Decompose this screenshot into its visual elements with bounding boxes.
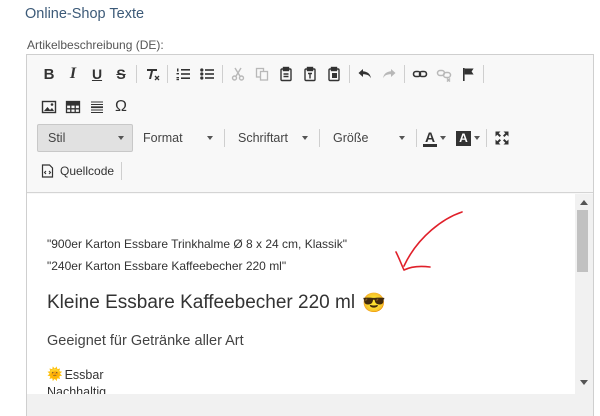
font-dropdown[interactable]: Schriftart <box>228 124 316 152</box>
link-icon <box>412 70 428 78</box>
background-color-icon: A <box>456 130 471 146</box>
chevron-down-icon <box>440 136 447 140</box>
editor-content-area[interactable]: "900er Karton Essbare Trinkhalme Ø 8 x 2… <box>27 194 575 416</box>
source-button[interactable]: Quellcode <box>37 159 118 183</box>
content-line: "900er Karton Essbare Trinkhalme Ø 8 x 2… <box>47 237 347 251</box>
unlink-icon <box>436 69 452 82</box>
source-code-icon <box>41 164 54 178</box>
chevron-down-icon <box>302 136 308 140</box>
toolbar-separator <box>222 65 223 83</box>
toolbar-row-styles: Stil Format Schriftart Größe A A <box>37 124 514 152</box>
redo-button[interactable] <box>377 62 401 86</box>
toolbar-separator <box>167 65 168 83</box>
toolbar-row-insert: Ω <box>37 94 133 120</box>
paste-word-icon <box>328 66 340 82</box>
field-label: Artikelbeschreibung (DE): <box>27 38 164 52</box>
clipboard-icon <box>280 66 292 82</box>
unlink-button[interactable] <box>432 62 456 86</box>
chevron-down-icon <box>473 136 480 140</box>
text-color-button[interactable]: A <box>420 126 449 150</box>
paste-text-button[interactable] <box>298 62 322 86</box>
paste-button[interactable] <box>274 62 298 86</box>
table-icon <box>65 100 81 114</box>
toolbar-separator <box>485 129 487 147</box>
toolbar-separator <box>483 65 484 83</box>
anchor-button[interactable] <box>456 62 480 86</box>
link-button[interactable] <box>408 62 432 86</box>
toolbar-separator <box>349 65 350 83</box>
maximize-button[interactable] <box>490 126 514 150</box>
editor-toolbar: B I U S Ω Stil Format Schriftart Größe A… <box>27 55 593 193</box>
toolbar-separator <box>224 129 225 147</box>
bulleted-list-icon <box>200 68 214 80</box>
sun-emoji-icon: 🌞 <box>47 367 63 381</box>
size-dropdown-label: Größe <box>333 131 369 145</box>
image-icon <box>41 100 57 114</box>
style-dropdown[interactable]: Stil <box>37 124 133 152</box>
flag-icon <box>463 68 474 81</box>
text-color-icon: A <box>423 128 438 147</box>
scrollbar-thumb[interactable] <box>577 210 588 272</box>
paste-text-icon <box>304 66 316 82</box>
numbered-list-icon <box>176 68 190 81</box>
format-dropdown-label: Format <box>143 131 183 145</box>
sunglasses-emoji-icon: 😎 <box>362 293 386 314</box>
source-button-label: Quellcode <box>60 164 115 178</box>
content-subtitle: Geeignet für Getränke aller Art <box>47 333 244 349</box>
image-button[interactable] <box>37 95 61 119</box>
strikethrough-button[interactable]: S <box>109 62 133 86</box>
undo-button[interactable] <box>353 62 377 86</box>
italic-button[interactable]: I <box>61 62 85 86</box>
toolbar-separator <box>416 129 417 147</box>
bold-button[interactable]: B <box>37 62 61 86</box>
size-dropdown[interactable]: Größe <box>323 124 413 152</box>
content-scrollbar[interactable] <box>575 194 593 394</box>
maximize-icon <box>495 131 509 145</box>
toolbar-separator <box>404 65 405 83</box>
redo-icon <box>383 69 396 79</box>
horizontal-rule-button[interactable] <box>85 95 109 119</box>
editor-status-bar <box>27 394 593 416</box>
remove-format-icon <box>147 69 160 81</box>
style-dropdown-label: Stil <box>48 131 66 145</box>
underline-button[interactable]: U <box>85 62 109 86</box>
paste-word-button[interactable] <box>322 62 346 86</box>
list-item-text: Essbar <box>64 367 104 382</box>
toolbar-row-source: Quellcode <box>37 158 125 184</box>
rich-text-editor: B I U S Ω Stil Format Schriftart Größe A… <box>26 54 594 416</box>
content-line: "240er Karton Essbare Kaffeebecher 220 m… <box>47 259 287 273</box>
table-button[interactable] <box>61 95 85 119</box>
format-dropdown[interactable]: Format <box>133 124 221 152</box>
chevron-down-icon <box>118 136 124 140</box>
toolbar-separator <box>121 162 123 180</box>
scissors-icon <box>231 67 245 81</box>
copy-icon <box>255 67 269 81</box>
scroll-down-arrow-icon[interactable] <box>580 380 588 385</box>
cut-button[interactable] <box>226 62 250 86</box>
undo-icon <box>358 69 371 79</box>
copy-button[interactable] <box>250 62 274 86</box>
bulleted-list-button[interactable] <box>195 62 219 86</box>
section-title: Online-Shop Texte <box>25 6 145 22</box>
toolbar-row-formatting: B I U S <box>37 61 487 87</box>
horizontal-rule-icon <box>91 101 103 113</box>
chevron-down-icon <box>207 136 213 140</box>
toolbar-separator <box>136 65 137 83</box>
chevron-down-icon <box>399 136 405 140</box>
background-color-button[interactable]: A <box>453 126 483 150</box>
content-heading-text: Kleine Essbare Kaffeebecher 220 ml <box>47 292 356 313</box>
font-dropdown-label: Schriftart <box>238 131 289 145</box>
list-item: 🌞 Essbar <box>47 367 103 382</box>
content-heading: Kleine Essbare Kaffeebecher 220 ml 😎 <box>47 291 386 315</box>
special-char-button[interactable]: Ω <box>109 95 133 119</box>
numbered-list-button[interactable] <box>171 62 195 86</box>
toolbar-separator <box>319 129 320 147</box>
remove-format-button[interactable] <box>140 62 164 86</box>
scroll-up-arrow-icon[interactable] <box>580 200 588 205</box>
